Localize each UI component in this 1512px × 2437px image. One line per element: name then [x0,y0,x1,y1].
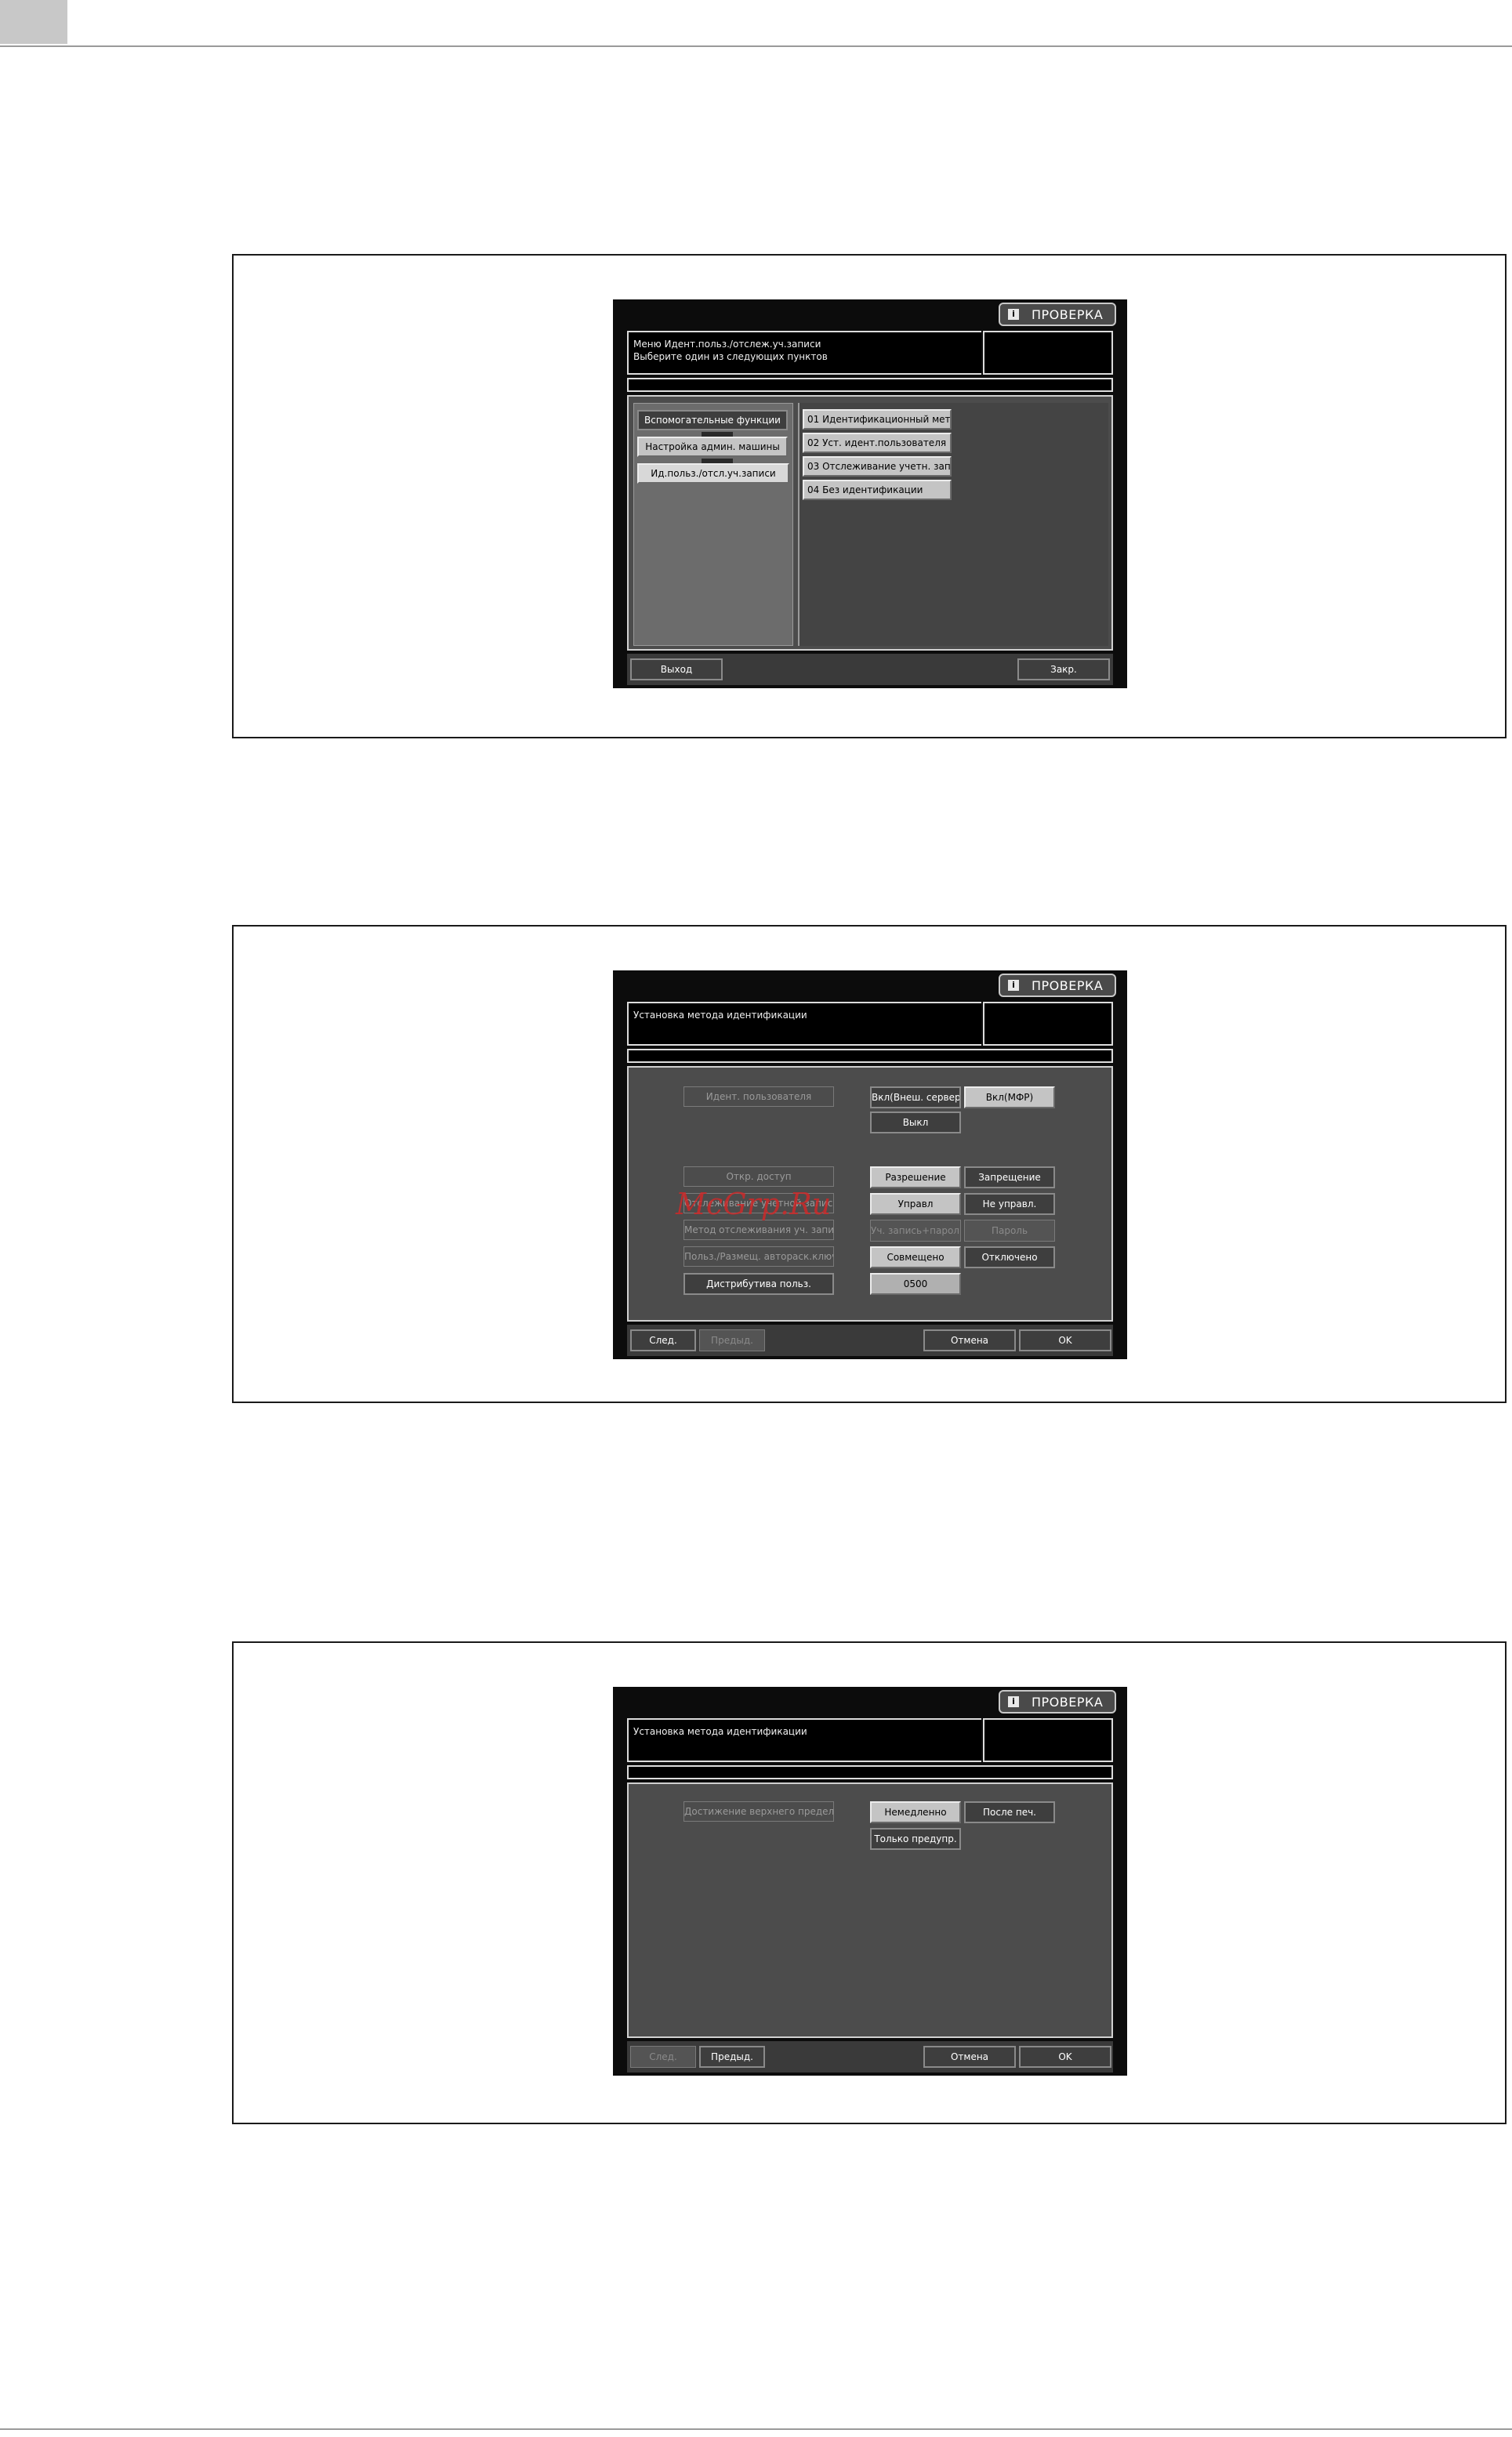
option-no-manage[interactable]: Не управл. [964,1193,1055,1215]
menu-item-no-auth[interactable]: 04 Без идентификации [803,480,952,500]
menu-pane: 01 Идентификационный метод 02 Уст. идент… [798,403,1108,646]
message-box: Меню Идент.польз./отслеж.уч.записи Выбер… [627,331,981,375]
option-immediately[interactable]: Немедленно [870,1801,961,1823]
ok-button[interactable]: OK [1019,1329,1111,1351]
option-password: Пароль [964,1220,1055,1242]
next-button[interactable]: След. [630,1329,696,1351]
option-manage[interactable]: Управл [870,1193,961,1215]
setting-label-track-method: Метод отслеживания уч. записи [683,1220,834,1240]
message-strip [627,1049,1113,1063]
message-line: Установка метода идентификации [633,1726,807,1737]
check-tab[interactable]: i ПРОВЕРКА [999,974,1116,997]
footer: След. Предыд. Отмена OK [627,2041,1113,2073]
screen-1: i ПРОВЕРКА Меню Идент.польз./отслеж.уч.з… [613,299,1127,688]
screen-2: i ПРОВЕРКА Установка метода идентификаци… [613,970,1127,1359]
info-icon: i [1008,1696,1019,1707]
next-button: След. [630,2046,696,2068]
option-deny[interactable]: Запрещение [964,1166,1055,1188]
option-off[interactable]: Выкл [870,1112,961,1133]
option-mfp[interactable]: Вкл(МФР) [964,1086,1055,1108]
distribution-value[interactable]: 0500 [870,1273,961,1295]
setting-label-sync: Польз./Размещ. автораск.ключ. [683,1246,834,1267]
option-account-password: Уч. запись+пароль [870,1220,961,1242]
check-label: ПРОВЕРКА [1032,307,1104,322]
check-label: ПРОВЕРКА [1032,978,1104,993]
check-tab[interactable]: i ПРОВЕРКА [999,1690,1116,1714]
page-corner-tab [0,0,67,44]
message-box: Установка метода идентификации [627,1002,981,1046]
screen-3: i ПРОВЕРКА Установка метода идентификаци… [613,1687,1127,2076]
message-line: Выберите один из следующих пунктов [633,351,828,362]
work-area: Идент. пользователя Вкл(Внеш. сервер) Вк… [627,1066,1113,1322]
prev-button: Предыд. [699,1329,765,1351]
figure-frame-3: i ПРОВЕРКА Установка метода идентификаци… [232,1641,1507,2124]
header-rule [0,45,1512,47]
option-allow[interactable]: Разрешение [870,1166,961,1188]
ok-button[interactable]: OK [1019,2046,1111,2068]
message-box-right [983,1002,1113,1046]
cancel-button[interactable]: Отмена [923,1329,1016,1351]
option-synced[interactable]: Совмещено [870,1246,961,1268]
footer-rule [0,2428,1512,2430]
menu-item-account-track[interactable]: 03 Отслеживание учетн. записи [803,456,952,477]
prev-button[interactable]: Предыд. [699,2046,765,2068]
tree-item-auxiliary[interactable]: Вспомогательные функции [637,410,788,430]
message-line: Меню Идент.польз./отслеж.уч.записи [633,339,821,350]
option-external-server[interactable]: Вкл(Внеш. сервер) [870,1086,961,1108]
message-strip [627,378,1113,392]
setting-label-public-access: Откр. доступ [683,1166,834,1187]
footer: След. Предыд. Отмена OK [627,1325,1113,1356]
work-area: Вспомогательные функции Настройка админ.… [627,395,1113,651]
check-label: ПРОВЕРКА [1032,1695,1104,1710]
menu-item-user-auth-setup[interactable]: 02 Уст. идент.пользователя [803,433,952,453]
message-box: Установка метода идентификации [627,1718,981,1762]
watermark: McGrp.Ru [676,1187,832,1221]
message-line: Установка метода идентификации [633,1010,807,1021]
menu-item-auth-method[interactable]: 01 Идентификационный метод [803,409,952,430]
work-area: Достижение верхнего предела Немедленно П… [627,1782,1113,2038]
close-button[interactable]: Закр. [1017,658,1110,680]
info-icon: i [1008,980,1019,991]
setting-label-upper-limit: Достижение верхнего предела [683,1801,834,1822]
tree-pane: Вспомогательные функции Настройка админ.… [633,403,793,646]
check-tab[interactable]: i ПРОВЕРКА [999,303,1116,326]
info-icon: i [1008,309,1019,320]
message-box-right [983,331,1113,375]
tree-item-user-auth[interactable]: Ид.польз./отсл.уч.записи [637,463,789,484]
exit-button[interactable]: Выход [630,658,723,680]
option-disabled[interactable]: Отключено [964,1246,1055,1268]
message-box-right [983,1718,1113,1762]
tree-item-admin-setup[interactable]: Настройка админ. машины [637,437,788,457]
option-warning-only[interactable]: Только предупр. [870,1828,961,1850]
setting-label-user-auth: Идент. пользователя [683,1086,834,1107]
footer: Выход Закр. [627,654,1113,685]
figure-frame-2: i ПРОВЕРКА Установка метода идентификаци… [232,925,1507,1403]
message-strip [627,1765,1113,1779]
cancel-button[interactable]: Отмена [923,2046,1016,2068]
distribution-button[interactable]: Дистрибутива польз. [683,1273,834,1295]
figure-frame-1: i ПРОВЕРКА Меню Идент.польз./отслеж.уч.з… [232,254,1507,738]
option-after-print[interactable]: После печ. [964,1801,1055,1823]
